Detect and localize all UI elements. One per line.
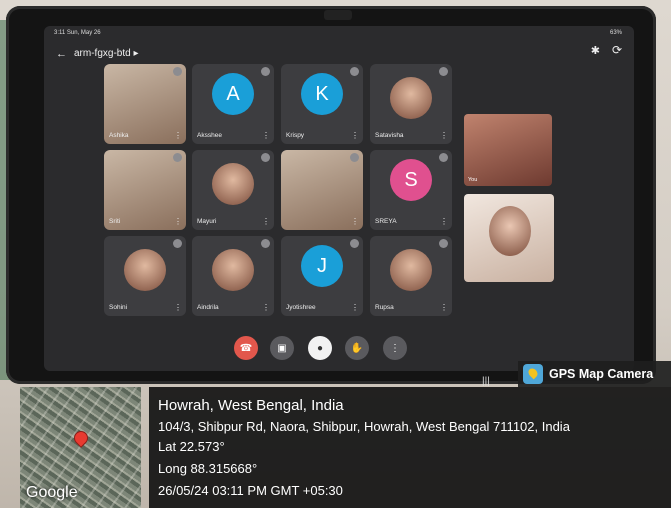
participant-avatar: A [212, 73, 254, 116]
participant-tile[interactable]: Sohini ⋮ [104, 236, 186, 316]
gps-camera-logo-icon [523, 364, 543, 384]
longitude: Long 88.315668° [158, 461, 258, 476]
participant-name: Aksshee [197, 132, 222, 139]
gps-badge: GPS Map Camera [518, 361, 671, 387]
participant-name: Satavisha [375, 132, 404, 139]
participant-name: SREYA [375, 218, 397, 225]
participant-tile[interactable]: Rupsa ⋮ [370, 236, 452, 316]
tile-more-icon[interactable]: ⋮ [262, 131, 270, 140]
participant-name: Jyotishree [286, 304, 316, 311]
mic-status-icon [350, 153, 359, 162]
location-map-thumbnail: Google [20, 387, 141, 508]
meeting-code[interactable]: arm-fgxg-btd ▸ [74, 48, 139, 59]
participant-avatar: J [301, 245, 343, 288]
camera-toggle-button[interactable]: ▣ [270, 336, 294, 360]
mic-status-icon [173, 67, 182, 76]
tile-more-icon[interactable]: ⋮ [440, 131, 448, 140]
mic-toggle-button[interactable]: ● [308, 336, 332, 360]
participant-tile[interactable]: Ashika ⋮ [104, 64, 186, 144]
participant-photo [212, 248, 254, 291]
participant-avatar: S [390, 159, 432, 202]
mic-status-icon [350, 239, 359, 248]
location-title: Howrah, West Bengal, India [158, 397, 344, 414]
participant-tile[interactable]: ⋮ [281, 150, 363, 230]
meet-screen: 3:11 Sun, May 26 63% ← arm-fgxg-btd ▸ ✱ … [44, 26, 634, 371]
participant-photo [124, 248, 166, 291]
gps-badge-title: GPS Map Camera [549, 367, 654, 381]
mic-status-icon [439, 239, 448, 248]
tile-more-icon[interactable]: ⋮ [174, 217, 182, 226]
participant-name: Aindrila [197, 304, 219, 311]
participant-name: Mayuri [197, 218, 217, 225]
participant-photo [390, 76, 432, 119]
latitude: Lat 22.573° [158, 439, 225, 454]
mic-status-icon [261, 67, 270, 76]
tile-more-icon[interactable]: ⋮ [174, 131, 182, 140]
mic-status-icon [261, 239, 270, 248]
front-camera [324, 10, 352, 20]
tile-more-icon[interactable]: ⋮ [351, 217, 359, 226]
recent-apps-icon[interactable]: ||| [482, 376, 490, 387]
raise-hand-button[interactable]: ✋ [345, 336, 369, 360]
participant-name: Ashika [109, 132, 129, 139]
self-view-tile[interactable]: You [464, 114, 552, 186]
mic-status-icon [439, 67, 448, 76]
tile-more-icon[interactable]: ⋮ [440, 217, 448, 226]
mic-status-icon [261, 153, 270, 162]
participant-tile[interactable]: A Aksshee ⋮ [192, 64, 274, 144]
switch-camera-icon[interactable]: ⟳ [612, 43, 622, 57]
participant-tile[interactable]: Aindrila ⋮ [192, 236, 274, 316]
participant-tile[interactable]: Satavisha ⋮ [370, 64, 452, 144]
map-pin-icon [71, 428, 91, 448]
tablet-device: 3:11 Sun, May 26 63% ← arm-fgxg-btd ▸ ✱ … [6, 6, 656, 384]
mic-status-icon [439, 153, 448, 162]
more-options-button[interactable]: ⋮ [383, 336, 407, 360]
tile-more-icon[interactable]: ⋮ [351, 131, 359, 140]
participant-photo [390, 248, 432, 291]
battery-status: 63% [609, 30, 622, 36]
map-brand: Google [26, 484, 78, 501]
end-call-button[interactable]: ☎ [234, 336, 258, 360]
pinned-participant-tile[interactable] [464, 194, 554, 282]
mic-status-icon [173, 153, 182, 162]
participant-avatar: K [301, 73, 343, 116]
back-arrow-icon[interactable]: ← [56, 48, 67, 60]
gps-info-panel: Howrah, West Bengal, India 104/3, Shibpu… [149, 387, 671, 508]
participant-tile[interactable]: J Jyotishree ⋮ [281, 236, 363, 316]
tile-more-icon[interactable]: ⋮ [440, 303, 448, 312]
self-view-label: You [468, 177, 478, 183]
tile-more-icon[interactable]: ⋮ [262, 303, 270, 312]
mic-status-icon [350, 67, 359, 76]
participant-photo [212, 162, 254, 205]
participant-tile[interactable]: S SREYA ⋮ [370, 150, 452, 230]
participant-name: Rupsa [375, 304, 394, 311]
tile-more-icon[interactable]: ⋮ [262, 217, 270, 226]
participant-tile[interactable]: K Krispy ⋮ [281, 64, 363, 144]
datetime-stamp: 26/05/24 03:11 PM GMT +05:30 [158, 483, 343, 498]
tile-more-icon[interactable]: ⋮ [174, 303, 182, 312]
participant-name: Sriti [109, 218, 121, 225]
address-line: 104/3, Shibpur Rd, Naora, Shibpur, Howra… [158, 419, 570, 434]
participant-tile[interactable]: Sriti ⋮ [104, 150, 186, 230]
participant-tile[interactable]: Mayuri ⋮ [192, 150, 274, 230]
tile-more-icon[interactable]: ⋮ [351, 303, 359, 312]
status-time: 3:11 Sun, May 26 [54, 30, 101, 36]
mic-status-icon [173, 239, 182, 248]
participant-name: Krispy [286, 132, 305, 139]
bluetooth-icon[interactable]: ✱ [591, 44, 600, 57]
participant-name: Sohini [109, 304, 128, 311]
